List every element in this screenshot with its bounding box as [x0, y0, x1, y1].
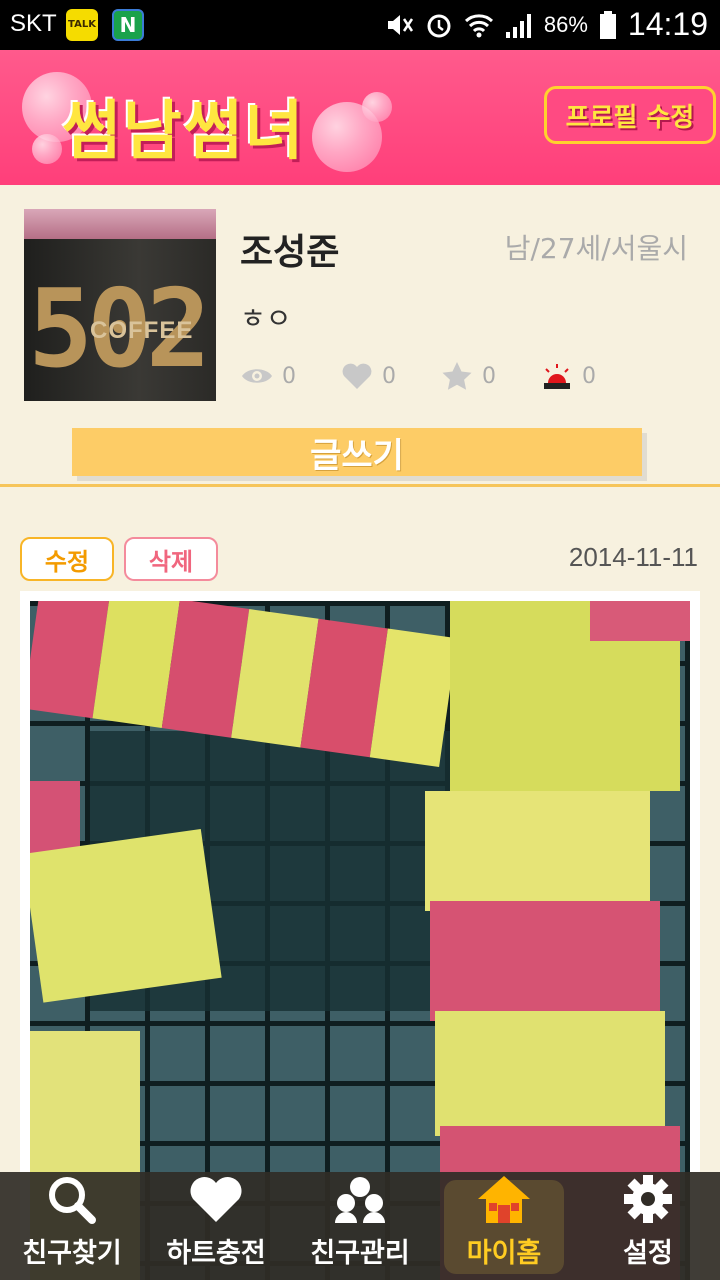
stat-views: 0 [240, 361, 340, 391]
profile-name: 조성준 [240, 232, 340, 273]
edit-profile-button[interactable]: 프로필 수정 [544, 86, 716, 144]
people-icon [335, 1177, 385, 1223]
app-logo: 썸남썸녀 [22, 62, 402, 172]
naver-icon: N [112, 9, 144, 41]
status-icons: 86% 14:19 [384, 6, 708, 43]
profile-section: 502 COFFEE 조성준 남/27세/서울시 ㅎㅇ 0 0 0 0 글쓰기 [0, 185, 720, 485]
status-message: ㅎㅇ [240, 302, 292, 335]
nav-heart-charge[interactable]: 하트충전 [144, 1172, 288, 1280]
post-actions: 수정 삭제 [20, 537, 218, 581]
nav-find-friends[interactable]: 친구찾기 [0, 1172, 144, 1280]
section-divider [0, 484, 720, 487]
siren-icon [544, 364, 570, 389]
signal-icon [505, 13, 531, 38]
kakaotalk-icon: TALK [66, 9, 98, 41]
stat-hearts: 0 [340, 361, 440, 391]
wifi-icon [464, 13, 493, 37]
edit-post-button[interactable]: 수정 [20, 537, 114, 581]
alarm-icon [427, 14, 451, 37]
write-post-button[interactable]: 글쓰기 [72, 428, 642, 476]
nav-label: 설정 [623, 1238, 673, 1269]
nav-my-home[interactable]: 마이홈 [432, 1172, 576, 1280]
bottom-nav: 친구찾기 하트충전 친구관리 마이홈 설정 [0, 1172, 720, 1280]
logo-text: 썸남썸녀 [62, 95, 306, 169]
post-date: 2014-11-11 [568, 542, 698, 572]
nav-label: 친구관리 [310, 1238, 410, 1269]
clock: 14:19 [627, 6, 708, 42]
eye-icon [242, 369, 272, 383]
avatar[interactable]: 502 COFFEE [24, 209, 216, 401]
stat-reports: 0 [540, 361, 640, 391]
stars-count: 0 [482, 363, 496, 389]
home-icon [478, 1176, 530, 1223]
search-icon [49, 1177, 96, 1224]
profile-info: 남/27세/서울시 [504, 232, 688, 265]
nav-label: 마이홈 [466, 1238, 542, 1269]
star-icon [442, 362, 472, 390]
avatar-cup-brand: COFFEE [90, 317, 194, 344]
heart-icon [342, 363, 372, 389]
heart-icon [190, 1176, 242, 1222]
carrier-label: SKT [10, 10, 57, 37]
nav-label: 하트충전 [166, 1238, 266, 1269]
battery-percent: 86% [543, 11, 588, 37]
reports-count: 0 [582, 363, 596, 389]
mute-icon [387, 14, 413, 35]
views-count: 0 [282, 363, 296, 389]
delete-post-button[interactable]: 삭제 [124, 537, 218, 581]
status-bar: SKT TALK N 86% 14:19 [0, 0, 720, 50]
profile-stats: 0 0 0 0 [240, 361, 640, 391]
battery-icon [599, 10, 616, 39]
app-header: 썸남썸녀 프로필 수정 [0, 50, 720, 185]
stat-stars: 0 [440, 361, 540, 391]
gear-icon [624, 1175, 672, 1223]
nav-settings[interactable]: 설정 [576, 1172, 720, 1280]
hearts-count: 0 [382, 363, 396, 389]
nav-label: 친구찾기 [22, 1238, 122, 1269]
nav-manage-friends[interactable]: 친구관리 [288, 1172, 432, 1280]
